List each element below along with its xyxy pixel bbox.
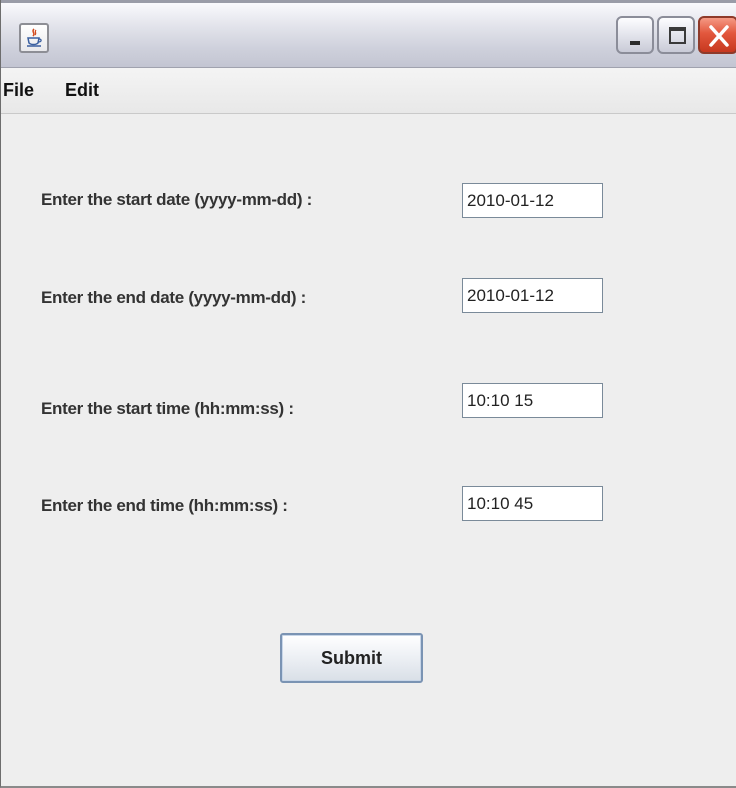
title-bar[interactable]: [1, 0, 736, 68]
start-time-field[interactable]: [462, 383, 603, 418]
minimize-icon: [630, 41, 640, 45]
end-time-field[interactable]: [462, 486, 603, 521]
end-date-field[interactable]: [462, 278, 603, 313]
maximize-icon: [669, 27, 686, 44]
start-time-label: Enter the start time (hh:mm:ss) :: [41, 399, 294, 418]
maximize-button[interactable]: [657, 16, 695, 54]
close-button[interactable]: [698, 16, 736, 54]
end-time-label: Enter the end time (hh:mm:ss) :: [41, 496, 288, 515]
menu-edit[interactable]: Edit: [65, 78, 99, 102]
close-icon: [709, 25, 729, 47]
app-window: File Edit Enter the start date (yyyy-mm-…: [0, 0, 736, 788]
end-date-label: Enter the end date (yyyy-mm-dd) :: [41, 288, 306, 307]
start-date-label: Enter the start date (yyyy-mm-dd) :: [41, 190, 312, 209]
menu-file[interactable]: File: [3, 78, 34, 102]
submit-button[interactable]: Submit: [280, 633, 423, 683]
java-cup-icon[interactable]: [19, 23, 49, 53]
menu-bar: File Edit: [1, 68, 736, 114]
start-date-field[interactable]: [462, 183, 603, 218]
minimize-button[interactable]: [616, 16, 654, 54]
